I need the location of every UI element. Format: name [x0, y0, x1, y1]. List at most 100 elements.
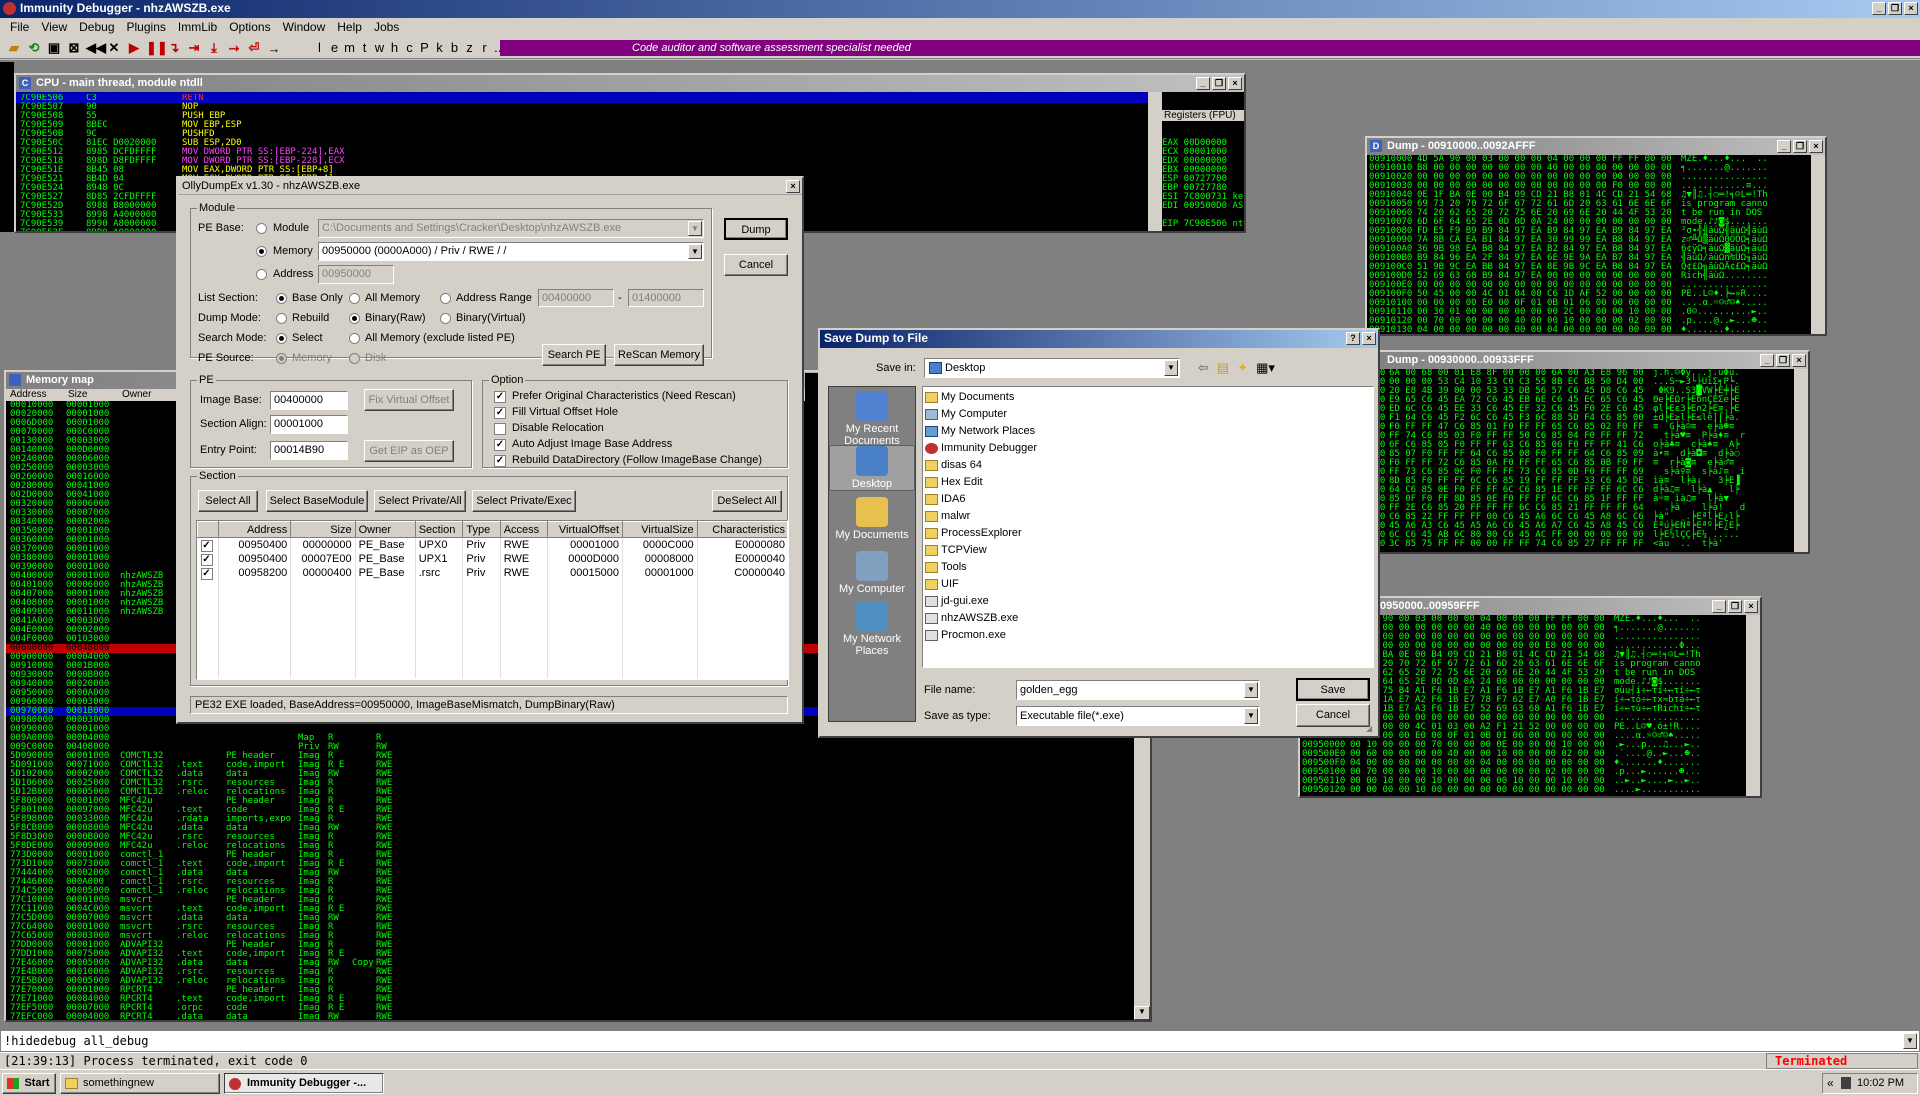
restore-button[interactable]: ❐ [1888, 2, 1902, 15]
dump1-scrollbar[interactable] [1811, 155, 1825, 334]
option-checkbox[interactable]: ✓ [494, 439, 506, 451]
dump-rebuild-radio[interactable] [276, 313, 287, 324]
chevron-down-icon[interactable]: ▼ [1164, 360, 1178, 376]
chevron-down-icon[interactable]: ▼ [1244, 682, 1258, 698]
taskbar-item-somethingnew[interactable]: somethingnew [60, 1073, 220, 1094]
list-item[interactable]: Hex Edit [923, 474, 1373, 491]
entry-point-field[interactable]: 00014B90 [270, 441, 348, 460]
goto-icon[interactable]: → [266, 41, 282, 56]
rewind-icon[interactable]: ◀◀ [86, 40, 106, 56]
save-dump-dialog[interactable]: Save Dump to File ? × Save in: Desktop ▼ … [818, 328, 1380, 738]
save-button[interactable]: Save [1296, 678, 1370, 701]
col-virtualoffset[interactable]: VirtualOffset [547, 521, 624, 538]
col-access[interactable]: Access [499, 521, 549, 538]
select-all-button[interactable]: Select All [198, 490, 258, 512]
list-item[interactable]: disas 64 [923, 457, 1373, 474]
get-eip-button[interactable]: Get EIP as OEP [364, 440, 454, 462]
dump2-scrollbar[interactable] [1794, 369, 1808, 552]
toolbar-letter-button[interactable]: w [372, 40, 387, 55]
select-private-exec-button[interactable]: Select Private/Exec [472, 490, 576, 512]
option-item[interactable]: ✓ Prefer Original Characteristics (Need R… [494, 390, 784, 406]
attach-icon[interactable]: ▣ [46, 40, 62, 56]
table-row[interactable]: ✓ 00958200 00000400 PE_Base .rsrc Priv RWE 0001… [197, 565, 787, 580]
save-in-select[interactable]: Desktop ▼ [924, 358, 1180, 378]
option-item[interactable]: ✓ Rebuild DataDirectory (Follow ImageBase… [494, 454, 784, 470]
dump-window-2[interactable]: Dump - 00930000..00933FFF _❐× 0006A 00 6… [1365, 350, 1810, 554]
table-row[interactable]: ✓ 00950400 00000000 PE_Base UPX0 Priv RWE 00001… [197, 537, 787, 553]
row-checkbox-cell[interactable]: ✓ [197, 565, 219, 580]
command-bar[interactable]: !hidedebug all_debug ▼ [0, 1030, 1920, 1052]
list-item[interactable]: Immunity Debugger [923, 440, 1373, 457]
list-item[interactable]: jd-gui.exe [923, 593, 1373, 610]
open-icon[interactable]: ▰ [6, 40, 22, 56]
save-type-select[interactable]: Executable file(*.exe) ▼ [1016, 706, 1260, 726]
toolbar-letter-button[interactable]: m [342, 40, 357, 55]
range-to-field[interactable]: 01400000 [628, 289, 704, 307]
select-private-all-button[interactable]: Select Private/All [374, 490, 466, 512]
cpu-close-button[interactable]: × [1228, 77, 1242, 90]
row-checkbox-cell[interactable]: ✓ [197, 537, 219, 553]
trace-over-icon[interactable]: ⤑ [226, 40, 242, 56]
fix-virtual-offset-button[interactable]: Fix Virtual Offset [364, 389, 454, 411]
list-item[interactable]: Tools [923, 559, 1373, 576]
execute-till-return-icon[interactable]: ⏎ [246, 40, 262, 56]
tray-chevron-icon[interactable]: « [1827, 1076, 1834, 1090]
search-pe-button[interactable]: Search PE [542, 344, 606, 366]
dump2-hex-pane[interactable]: 0006A 00 68 00 01 E8 8F 00 00 00 6A 00 A… [1367, 369, 1794, 552]
list-base-only-radio[interactable] [276, 293, 287, 304]
row-checkbox[interactable]: ✓ [200, 540, 213, 553]
ollydumpex-close-button[interactable]: × [786, 180, 800, 193]
back-icon[interactable]: ⇦ [1198, 360, 1209, 376]
dump3-scrollbar[interactable] [1746, 615, 1760, 796]
table-row[interactable]: 77EFC000 00004000 RPCRT4 .data data Imag RW RWE [6, 1013, 1134, 1021]
dump2-close-button[interactable]: × [1792, 354, 1806, 367]
resize-grip[interactable]: ◢ [1366, 724, 1376, 734]
search-select-radio[interactable] [276, 333, 287, 344]
list-all-memory-radio[interactable] [349, 293, 360, 304]
taskbar-item-immunity[interactable]: Immunity Debugger -... [224, 1073, 384, 1094]
dump-binary-raw-radio[interactable] [349, 313, 360, 324]
save-dialog-close-button[interactable]: × [1362, 332, 1376, 345]
col-size[interactable]: Size [64, 389, 118, 401]
row-checkbox[interactable]: ✓ [200, 568, 213, 580]
ollydumpex-cancel-button[interactable]: Cancel [724, 254, 788, 276]
step-into-icon[interactable]: ↴ [166, 40, 182, 56]
place-my-documents[interactable]: My Documents [829, 497, 915, 541]
new-folder-icon[interactable]: ✦ [1237, 360, 1248, 376]
table-row[interactable]: 77E5B000 00005000 ADVAPI32 .reloc relocation… [6, 977, 1134, 986]
step-over-icon[interactable]: ⇥ [186, 40, 202, 56]
dump-row[interactable]: 1303C 85 75 FF FF 00 00 FF FF 74 C6 85 2… [1367, 540, 1794, 549]
chevron-down-icon[interactable]: ▼ [688, 221, 702, 236]
col-characteristics[interactable]: Characteristics [696, 521, 787, 538]
select-basemodule-button[interactable]: Select BaseModule [266, 490, 368, 512]
menu-options[interactable]: Options [223, 18, 276, 37]
list-item[interactable]: ProcessExplorer [923, 525, 1373, 542]
toolbar-letter-button[interactable]: c [402, 40, 417, 55]
terminate-icon[interactable]: ⊠ [66, 40, 82, 56]
option-checkbox[interactable]: ✓ [494, 391, 506, 403]
deselect-all-button[interactable]: DeSelect All [712, 490, 782, 512]
table-row[interactable]: 009C0000 00408000 Priv RW RW [6, 743, 1134, 752]
section-align-field[interactable]: 00001000 [270, 415, 348, 434]
col-owner[interactable]: Owner [354, 521, 416, 538]
search-all-memory-radio[interactable] [349, 333, 360, 344]
chevron-down-icon[interactable]: ▼ [1244, 708, 1258, 724]
dump1-close-button[interactable]: × [1809, 140, 1823, 153]
list-item[interactable]: nhzAWSZB.exe [923, 610, 1373, 627]
place-desktop[interactable]: Desktop [829, 445, 915, 491]
command-dropdown-icon[interactable]: ▼ [1903, 1033, 1917, 1049]
table-row[interactable]: 5D12B000 00005000 COMCTL32 .reloc relocation… [6, 788, 1134, 797]
col-address[interactable]: Address [217, 521, 292, 538]
memory-select[interactable]: 00950000 (0000A000) / Priv / RWE / / ▼ [318, 242, 704, 261]
file-list[interactable]: My Documents My Computer My Network Places… [922, 386, 1374, 668]
table-row[interactable]: 77C65000 00003000 msvcrt .reloc relocations I… [6, 932, 1134, 941]
menu-plugins[interactable]: Plugins [121, 18, 172, 37]
col-section[interactable]: Section [414, 521, 464, 538]
dump2-minimize-button[interactable]: _ [1760, 354, 1774, 367]
col-virtualsize[interactable]: VirtualSize [622, 521, 698, 538]
dump-window-1[interactable]: D Dump - 00910000..0092AFFF _ ❐ × 00910000… [1365, 136, 1827, 336]
place-my-network-places[interactable]: My Network Places [829, 601, 915, 657]
registers-pane[interactable]: Registers (FPU) EAX 00D00000 ECX 00001000… [1162, 92, 1244, 231]
table-row[interactable]: ✓ 00950400 00007E00 PE_Base UPX1 Priv RWE 0000D… [197, 551, 787, 566]
pause-icon[interactable]: ❚❚ [146, 40, 168, 56]
